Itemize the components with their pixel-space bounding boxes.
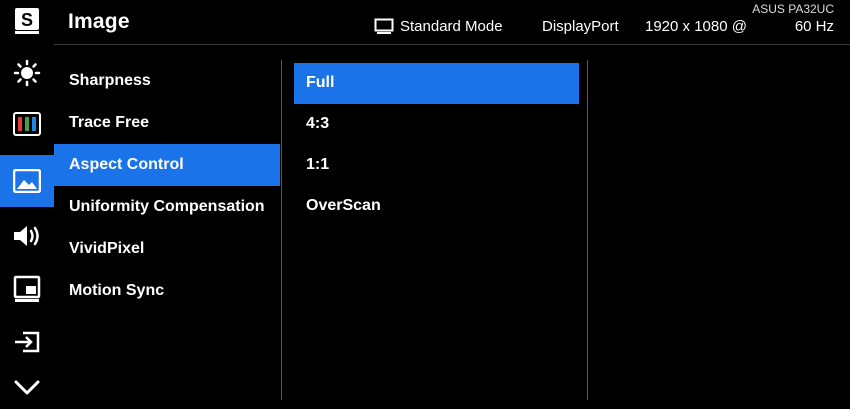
input-select-icon <box>15 331 40 353</box>
monitor-icon <box>374 18 394 34</box>
menu-item-sharpness[interactable]: Sharpness <box>54 60 280 102</box>
scroll-down-button[interactable] <box>0 367 54 409</box>
pip-button[interactable] <box>0 268 54 310</box>
menu-item-trace-free[interactable]: Trace Free <box>54 102 280 144</box>
image-icon <box>13 169 41 193</box>
option-4-3[interactable]: 4:3 <box>294 104 579 145</box>
page-title: Image <box>68 10 130 33</box>
image-button[interactable] <box>0 155 54 207</box>
divider <box>587 60 588 400</box>
option-full[interactable]: Full <box>294 63 579 104</box>
pip-icon <box>13 275 41 302</box>
brightness-button[interactable] <box>0 52 54 94</box>
color-button[interactable] <box>0 103 54 145</box>
current-mode: Standard Mode <box>400 18 503 35</box>
header-bar: Image Standard Mode DisplayPort 1920 x 1… <box>54 0 850 45</box>
image-menu: Sharpness Trace Free Aspect Control Unif… <box>54 60 280 312</box>
speaker-icon <box>14 226 39 246</box>
menu-item-motion-sync[interactable]: Motion Sync <box>54 270 280 312</box>
splendid-s-icon: S <box>15 8 39 34</box>
menu-item-aspect-control[interactable]: Aspect Control <box>54 144 280 186</box>
sound-button[interactable] <box>0 215 54 257</box>
brightness-icon <box>13 59 41 87</box>
chevron-down-icon <box>14 380 40 395</box>
current-input: DisplayPort <box>542 18 619 35</box>
monitor-model: ASUS PA32UC <box>752 2 834 16</box>
refresh-rate: 60 Hz <box>794 18 834 35</box>
icon-rail: S <box>0 0 54 409</box>
menu-item-uniformity-compensation[interactable]: Uniformity Compensation <box>54 186 280 228</box>
option-1-1[interactable]: 1:1 <box>294 145 579 186</box>
color-bars-icon <box>13 112 41 136</box>
option-overscan[interactable]: OverScan <box>294 186 579 227</box>
divider <box>281 60 282 400</box>
menu-item-vividpixel[interactable]: VividPixel <box>54 228 280 270</box>
svg-text:S: S <box>21 10 33 30</box>
splendid-button[interactable]: S <box>0 0 54 42</box>
current-resolution: 1920 x 1080 @ <box>645 18 747 35</box>
aspect-options: Full 4:3 1:1 OverScan <box>294 63 579 227</box>
input-select-button[interactable] <box>0 321 54 363</box>
